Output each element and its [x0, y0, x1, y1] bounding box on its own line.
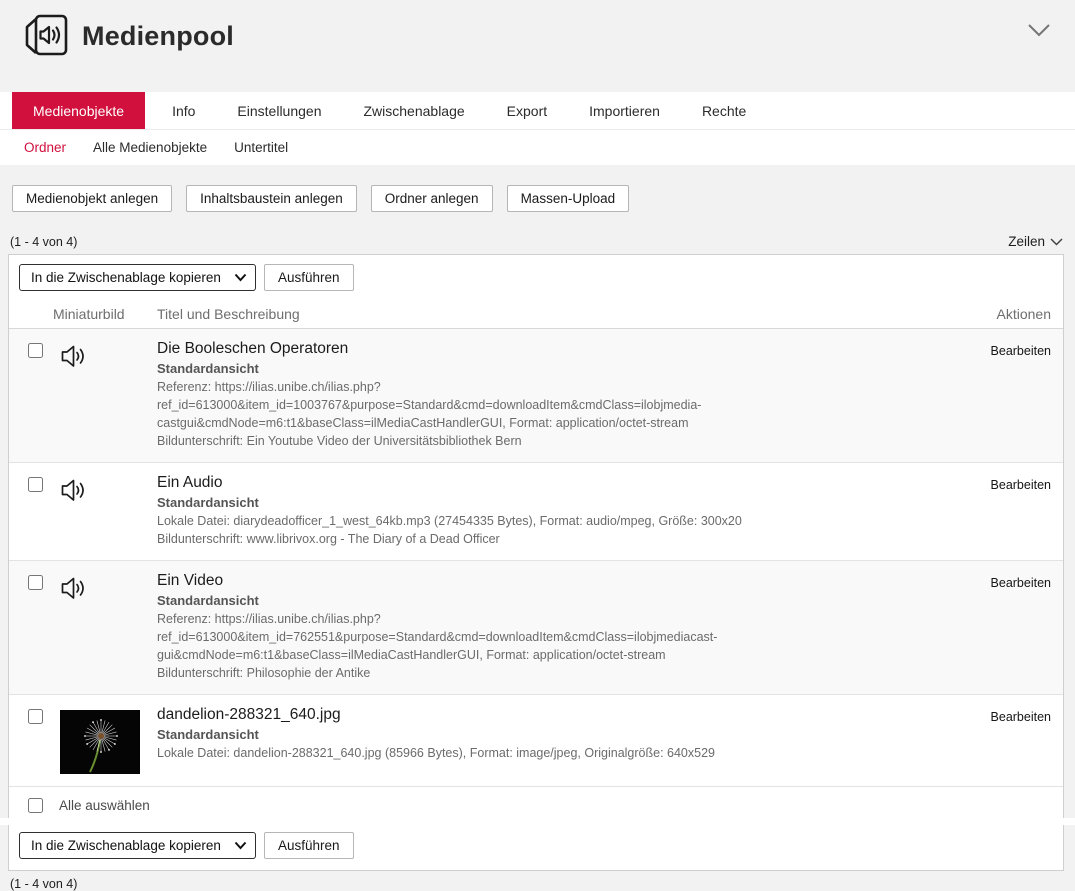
subtab-bar: Ordner Alle Medienobjekte Untertitel [0, 129, 1075, 165]
rows-menu-label: Zeilen [1008, 234, 1045, 249]
subtab-ordner[interactable]: Ordner [24, 140, 66, 155]
tab-rechte[interactable]: Rechte [687, 92, 761, 129]
mediapool-speaker-box-icon [22, 12, 70, 60]
ordner-anlegen-button[interactable]: Ordner anlegen [371, 185, 493, 212]
select-all-checkbox[interactable] [28, 798, 43, 813]
view-label: Standardansicht [157, 495, 921, 510]
table-row: Die Booleschen Operatoren Standardansich… [9, 329, 1063, 463]
pagination-bottom: (1 - 4 von 4) [10, 877, 1075, 891]
select-all-label: Alle auswählen [59, 798, 150, 813]
massen-upload-button[interactable]: Massen-Upload [507, 185, 630, 212]
chevron-down-icon[interactable] [1027, 22, 1051, 38]
media-description: Lokale Datei: diarydeadofficer_1_west_64… [157, 512, 921, 530]
bearbeiten-link[interactable]: Bearbeiten [991, 344, 1051, 358]
chevron-down-icon [1050, 238, 1063, 246]
tab-zwischenablage[interactable]: Zwischenablage [348, 92, 479, 129]
row-checkbox[interactable] [28, 709, 43, 724]
column-titel-und-beschreibung: Titel und Beschreibung [157, 306, 941, 322]
media-description: castgui&cmdNode=m6:t1&baseClass=ilMediaC… [157, 414, 921, 432]
speaker-icon [60, 344, 87, 369]
media-description: Bildunterschrift: www.librivox.org - The… [157, 530, 921, 548]
inhaltsbaustein-anlegen-button[interactable]: Inhaltsbaustein anlegen [186, 185, 357, 212]
tab-einstellungen[interactable]: Einstellungen [222, 92, 336, 129]
media-description: Referenz: https://ilias.unibe.ch/ilias.p… [157, 378, 921, 414]
create-toolbar: Medienobjekt anlegen Inhaltsbaustein anl… [12, 185, 1075, 212]
footer-strip [0, 818, 1075, 825]
speaker-icon [60, 576, 87, 601]
view-label: Standardansicht [157, 727, 921, 742]
media-title: Ein Video [157, 572, 921, 590]
bearbeiten-link[interactable]: Bearbeiten [991, 576, 1051, 590]
media-description: Referenz: https://ilias.unibe.ch/ilias.p… [157, 610, 921, 646]
bearbeiten-link[interactable]: Bearbeiten [991, 710, 1051, 724]
column-miniaturbild: Miniaturbild [53, 306, 157, 322]
bulk-action-bar-top: In die Zwischenablage kopieren Ausführen [9, 255, 1063, 299]
rows-per-page-menu[interactable]: Zeilen [1008, 234, 1063, 249]
tab-importieren[interactable]: Importieren [574, 92, 675, 129]
table-row: dandelion-288321_640.jpg Standardansicht… [9, 695, 1063, 787]
bulk-action-select[interactable]: In die Zwischenablage kopieren [19, 832, 256, 859]
tab-bar: Medienobjekte Info Einstellungen Zwische… [0, 92, 1075, 129]
media-description: Lokale Datei: dandelion-288321_640.jpg (… [157, 744, 921, 762]
bearbeiten-link[interactable]: Bearbeiten [991, 478, 1051, 492]
tab-info[interactable]: Info [157, 92, 210, 129]
media-description: gui&cmdNode=m6:t1&baseClass=ilMediaCastH… [157, 646, 921, 664]
subtab-untertitel[interactable]: Untertitel [234, 140, 288, 155]
speaker-icon [60, 478, 87, 503]
page-header: Medienpool [0, 0, 1075, 92]
dandelion-thumbnail-image [60, 710, 140, 774]
view-label: Standardansicht [157, 361, 921, 376]
tab-export[interactable]: Export [492, 92, 562, 129]
media-description: Bildunterschrift: Philosophie der Antike [157, 664, 921, 682]
table-row: Ein Video Standardansicht Referenz: http… [9, 561, 1063, 695]
media-title: Ein Audio [157, 474, 921, 492]
row-checkbox[interactable] [28, 343, 43, 358]
media-title: Die Booleschen Operatoren [157, 340, 921, 358]
column-aktionen: Aktionen [941, 306, 1063, 322]
pagination-top: (1 - 4 von 4) [10, 235, 77, 249]
medienobjekt-anlegen-button[interactable]: Medienobjekt anlegen [12, 185, 172, 212]
tab-medienobjekte[interactable]: Medienobjekte [12, 92, 145, 129]
media-description: Bildunterschrift: Ein Youtube Video der … [157, 432, 921, 450]
subtab-alle-medienobjekte[interactable]: Alle Medienobjekte [93, 140, 207, 155]
row-checkbox[interactable] [28, 477, 43, 492]
table-row: Ein Audio Standardansicht Lokale Datei: … [9, 463, 1063, 561]
table-header-row: Miniaturbild Titel und Beschreibung Akti… [9, 299, 1063, 329]
page-title: Medienpool [82, 21, 234, 52]
media-objects-table: In die Zwischenablage kopieren Ausführen… [8, 254, 1064, 871]
bulk-action-select[interactable]: In die Zwischenablage kopieren [19, 264, 256, 291]
media-title: dandelion-288321_640.jpg [157, 706, 921, 724]
view-label: Standardansicht [157, 593, 921, 608]
ausfuehren-button[interactable]: Ausführen [264, 264, 354, 291]
bulk-action-bar-bottom: In die Zwischenablage kopieren Ausführen [9, 823, 1063, 870]
ausfuehren-button[interactable]: Ausführen [264, 832, 354, 859]
row-checkbox[interactable] [28, 575, 43, 590]
